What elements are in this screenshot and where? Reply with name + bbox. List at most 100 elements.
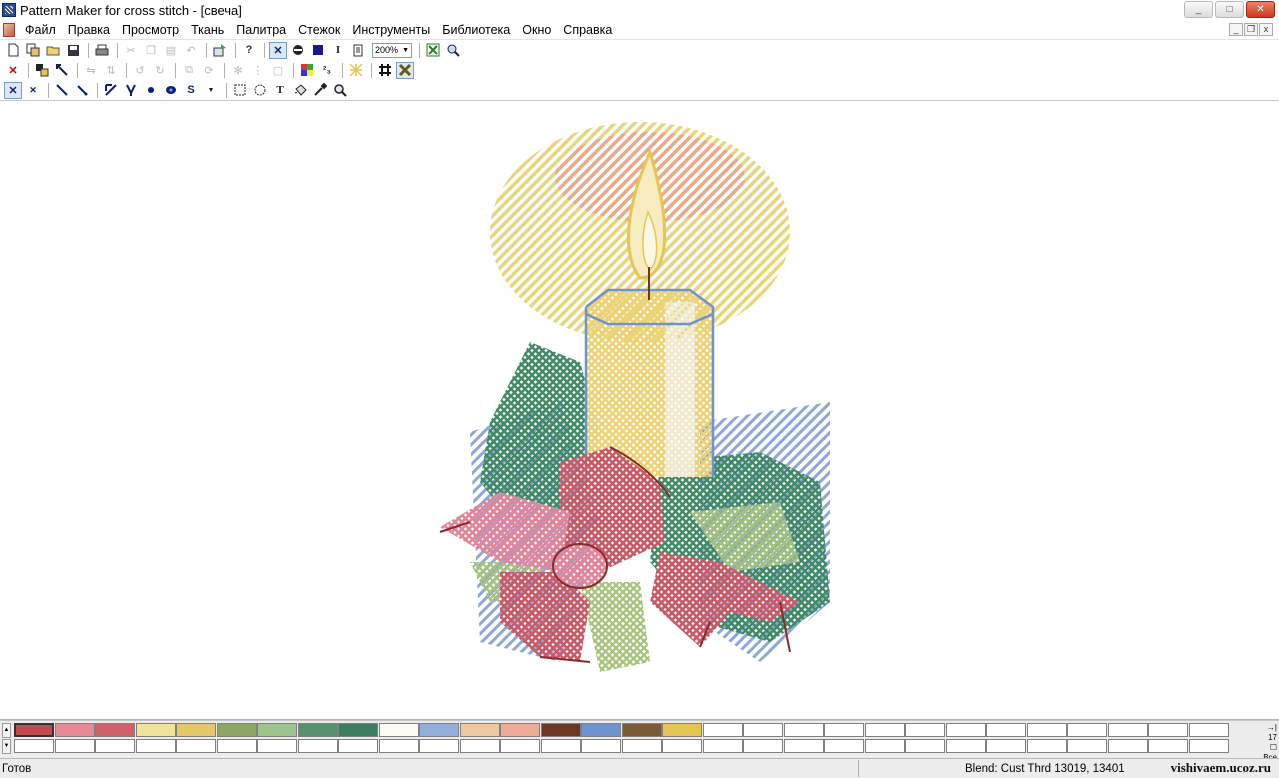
palette-empty-slot[interactable]: [135, 739, 176, 753]
palette-empty-slot[interactable]: [1026, 739, 1067, 753]
maximize-button[interactable]: □: [1215, 1, 1244, 18]
pattern-canvas[interactable]: [0, 102, 1279, 720]
menu-help[interactable]: Справка: [557, 23, 618, 37]
menu-stitch[interactable]: Стежок: [292, 23, 346, 37]
cursor-text-icon[interactable]: I: [329, 42, 347, 59]
close-button[interactable]: ✕: [1246, 1, 1275, 18]
three-quarter-stitch-icon[interactable]: [73, 82, 91, 99]
palette-empty-slot[interactable]: [743, 739, 783, 753]
half-stitch-icon[interactable]: ✕: [24, 82, 42, 99]
palette-empty-slot[interactable]: [945, 723, 986, 737]
palette-empty-slot[interactable]: [14, 739, 54, 753]
palette-empty-slot[interactable]: [986, 739, 1026, 753]
palette-empty-slot[interactable]: [540, 739, 581, 753]
palette-swatch[interactable]: [135, 723, 176, 737]
pattern-grid-icon[interactable]: [347, 62, 365, 79]
palette-empty-slot[interactable]: [176, 739, 216, 753]
undo-icon[interactable]: ↶: [182, 42, 200, 59]
lasso-select-icon[interactable]: [251, 82, 269, 99]
palette-empty-slot[interactable]: [783, 723, 824, 737]
palette-scroll-up-icon[interactable]: ▲: [2, 723, 11, 738]
palette-empty-slot[interactable]: [783, 739, 824, 753]
zoom-select[interactable]: 200% ▼: [372, 42, 412, 58]
split-icon[interactable]: ⋮: [249, 62, 267, 79]
palette-empty-slot[interactable]: [702, 739, 743, 753]
menu-fabric[interactable]: Ткань: [185, 23, 230, 37]
palette-empty-slot[interactable]: [338, 739, 378, 753]
palette-swatch[interactable]: [581, 723, 621, 737]
minimize-button[interactable]: _: [1184, 1, 1213, 18]
paste-icon[interactable]: ▤: [162, 42, 180, 59]
mdi-minimize-button[interactable]: _: [1229, 23, 1243, 36]
palette-swatch[interactable]: [297, 723, 338, 737]
palette-empty-slot[interactable]: [1067, 723, 1107, 737]
palette-swatch[interactable]: [419, 723, 459, 737]
quarter-stitch-icon[interactable]: [53, 82, 71, 99]
palette-empty-slot[interactable]: [864, 723, 905, 737]
page-view-icon[interactable]: [349, 42, 367, 59]
palette-swatch[interactable]: [338, 723, 378, 737]
palette-empty-slot[interactable]: [743, 723, 783, 737]
palette-swatch[interactable]: [540, 723, 581, 737]
palette-empty-slot[interactable]: [1148, 723, 1188, 737]
palette-swatch[interactable]: [257, 723, 297, 737]
backstitch-icon[interactable]: [102, 82, 120, 99]
palette-empty-slot[interactable]: [986, 723, 1026, 737]
palette-swatch[interactable]: [176, 723, 216, 737]
palette-empty-slot[interactable]: [257, 739, 297, 753]
new-window-icon[interactable]: [24, 42, 42, 59]
copy-icon[interactable]: ❐: [142, 42, 160, 59]
save-icon[interactable]: [64, 42, 82, 59]
snowflake-icon[interactable]: ✻: [229, 62, 247, 79]
palette-empty-slot[interactable]: [1148, 739, 1188, 753]
grid-icon[interactable]: [376, 62, 394, 79]
palette-swatch[interactable]: [621, 723, 662, 737]
mdi-restore-button[interactable]: ❐: [1244, 23, 1258, 36]
menu-file[interactable]: Файл: [19, 23, 62, 37]
palette-empty-slot[interactable]: [1067, 739, 1107, 753]
open-folder-icon[interactable]: [44, 42, 62, 59]
menu-view[interactable]: Просмотр: [116, 23, 185, 37]
palette-empty-slot[interactable]: [1188, 739, 1229, 753]
zoom-fit-icon[interactable]: [424, 42, 442, 59]
fill-view-icon[interactable]: [289, 42, 307, 59]
replace-color-icon[interactable]: [53, 62, 71, 79]
palette-empty-slot[interactable]: [1107, 723, 1148, 737]
palette-swatch[interactable]: [662, 723, 702, 737]
palette-empty-slot[interactable]: [297, 739, 338, 753]
palette-empty-slot[interactable]: [581, 739, 621, 753]
fill-bucket-icon[interactable]: [291, 82, 309, 99]
palette-swatch[interactable]: [14, 723, 54, 737]
palette-swatch[interactable]: [378, 723, 419, 737]
print-icon[interactable]: [93, 42, 111, 59]
superscript-icon[interactable]: ²₃: [318, 62, 336, 79]
palette-empty-slot[interactable]: [459, 739, 500, 753]
mirror-icon[interactable]: ⧉: [180, 62, 198, 79]
french-knot-icon[interactable]: [142, 82, 160, 99]
palette-empty-slot[interactable]: [905, 739, 945, 753]
palette-empty-slot[interactable]: [945, 739, 986, 753]
full-cross-view-icon[interactable]: ✕: [269, 41, 287, 59]
palette-empty-slot[interactable]: [378, 739, 419, 753]
palette-swatch[interactable]: [95, 723, 135, 737]
menu-window[interactable]: Окно: [516, 23, 557, 37]
special-stitch-icon[interactable]: S: [182, 82, 200, 99]
rotate-left-icon[interactable]: ↺: [131, 62, 149, 79]
chevron-down-icon[interactable]: ▼: [202, 82, 220, 99]
palette-next-arrow-icon[interactable]: →|: [1255, 723, 1277, 733]
select-color-icon[interactable]: [33, 62, 51, 79]
eyedropper-icon[interactable]: [311, 82, 329, 99]
cut-icon[interactable]: ✂: [122, 42, 140, 59]
frame-icon[interactable]: ▢: [269, 62, 287, 79]
delete-icon[interactable]: ✕: [4, 62, 22, 79]
menu-palette[interactable]: Палитра: [230, 23, 292, 37]
palette-empty-slot[interactable]: [1026, 723, 1067, 737]
document-icon[interactable]: [3, 22, 15, 37]
palette-empty-slot[interactable]: [662, 739, 702, 753]
rotate-icon[interactable]: ⟳: [200, 62, 218, 79]
rotate-right-icon[interactable]: ↻: [151, 62, 169, 79]
palette-scroll-down-icon[interactable]: ▼: [2, 739, 11, 754]
palette-empty-slot[interactable]: [824, 739, 864, 753]
palette-empty-slot[interactable]: [702, 723, 743, 737]
menu-edit[interactable]: Правка: [62, 23, 116, 37]
